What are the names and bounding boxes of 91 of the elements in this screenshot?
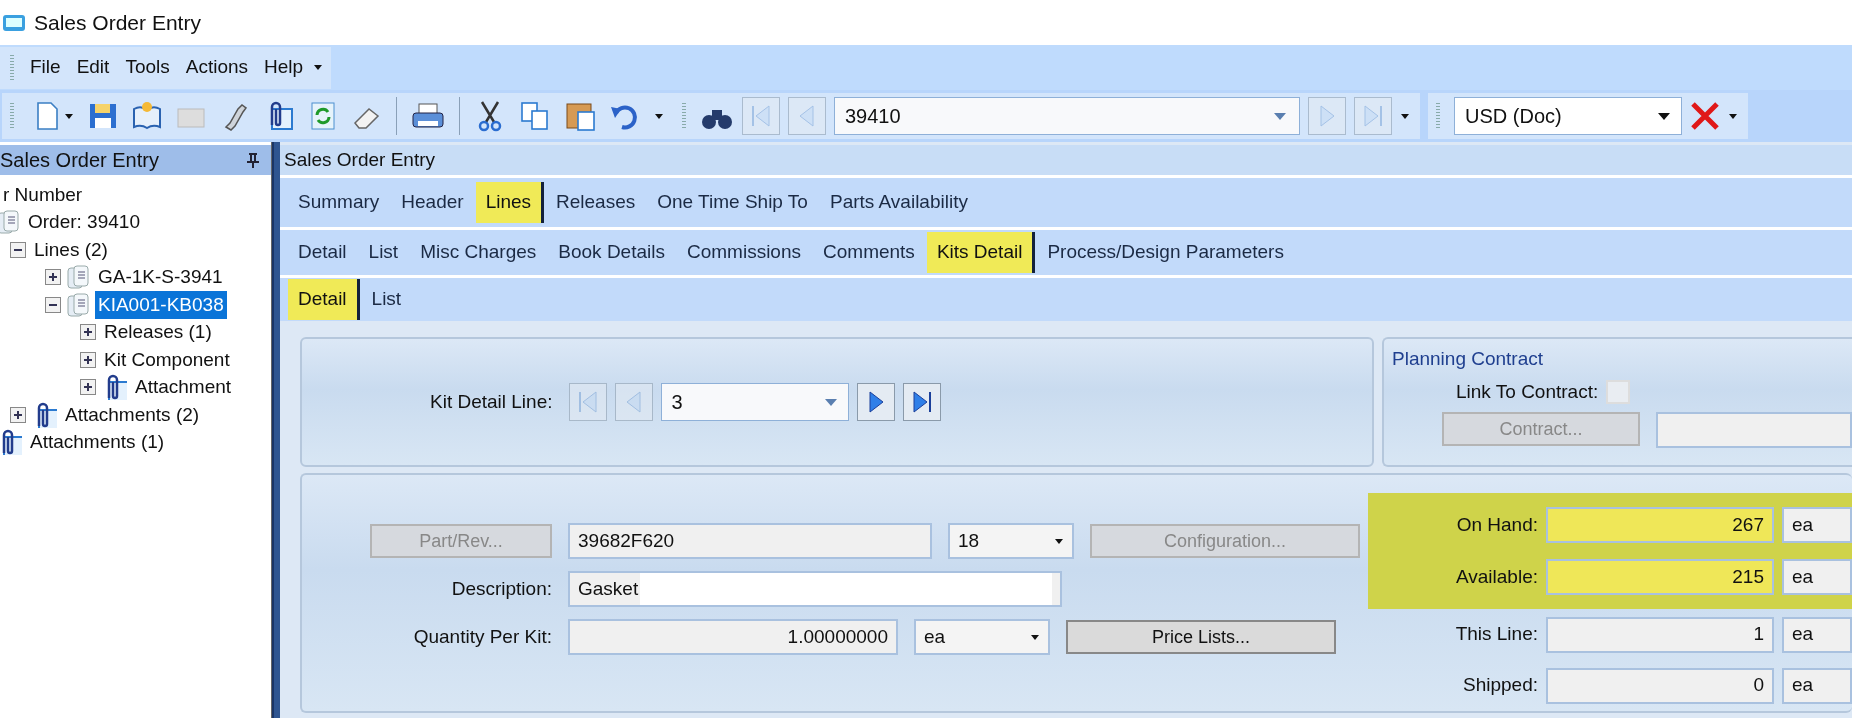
tree-item[interactable]: Attachments (2) <box>62 400 203 429</box>
tab[interactable]: Comments <box>813 232 925 273</box>
pin-icon[interactable] <box>245 152 261 168</box>
tab[interactable]: Kits Detail <box>926 232 1036 273</box>
quantity-value-field: 267 <box>1546 507 1774 543</box>
uom-dropdown[interactable]: ea <box>914 619 1050 655</box>
uom-field: ea <box>1782 667 1852 704</box>
overflow-caret-icon[interactable] <box>1728 112 1738 120</box>
field-label: On Hand: <box>1455 512 1538 537</box>
field-label: This Line: <box>1454 622 1538 647</box>
tree-item[interactable]: KIA001-KB038 <box>95 290 227 319</box>
overflow-caret-icon[interactable] <box>313 64 324 71</box>
record-combo[interactable]: 39410 <box>834 97 1300 135</box>
part-number-field[interactable]: 39682F620 <box>568 523 932 559</box>
save-icon[interactable] <box>88 101 118 131</box>
expand-toggle[interactable] <box>10 406 26 423</box>
book-icon[interactable] <box>132 101 162 131</box>
collapse-toggle[interactable] <box>45 296 61 313</box>
expand-toggle[interactable] <box>45 269 61 286</box>
tab[interactable]: Detail <box>288 232 357 273</box>
field-label: Shipped: <box>1462 673 1538 698</box>
contract-field[interactable] <box>1656 412 1852 448</box>
field-label: Link To Contract: <box>1456 379 1599 404</box>
overflow-caret-icon[interactable] <box>654 112 664 120</box>
window-title: Sales Order Entry <box>34 9 201 36</box>
quantity-value-field: 0 <box>1546 667 1774 704</box>
uom-field: ea <box>1782 559 1852 595</box>
overflow-caret-icon[interactable] <box>1400 112 1410 120</box>
tree-item[interactable]: GA-1K-S-3941 <box>95 263 226 292</box>
expand-toggle[interactable] <box>80 351 96 368</box>
document-stack-icon <box>66 291 90 318</box>
tab[interactable]: Header <box>391 182 474 223</box>
field-label: Quantity Per Kit: <box>412 624 552 649</box>
tab[interactable]: Book Details <box>548 232 675 273</box>
last-record-button[interactable] <box>902 383 941 421</box>
description-field[interactable]: Gasket <box>568 571 1062 607</box>
group-title: Planning Contract <box>1392 347 1545 371</box>
menu-item[interactable]: File <box>24 51 67 84</box>
dropdown-arrow-icon[interactable] <box>1030 633 1040 641</box>
paste-icon[interactable] <box>564 100 596 132</box>
close-icon[interactable] <box>1690 101 1720 131</box>
document-stack-icon <box>0 209 20 236</box>
caret-icon[interactable] <box>64 112 74 120</box>
uom-field: ea <box>1782 616 1852 653</box>
tab[interactable]: Commissions <box>677 232 811 273</box>
menu-item[interactable]: Help <box>258 51 310 84</box>
price-lists-button[interactable]: Price Lists... <box>1066 620 1336 654</box>
field-label: Description: <box>450 576 552 601</box>
tab[interactable]: Releases <box>546 182 646 223</box>
tree-item[interactable]: Order: 39410 <box>25 208 143 237</box>
tree-item[interactable]: Kit Component <box>101 345 233 374</box>
tab[interactable]: Process/Design Parameters <box>1037 232 1294 273</box>
copy-icon[interactable] <box>520 101 550 131</box>
link-checkbox[interactable] <box>1606 379 1631 404</box>
dropdown-arrow-icon[interactable] <box>1054 537 1064 545</box>
tab[interactable]: One Time Ship To <box>647 182 818 223</box>
dropdown-arrow-icon[interactable] <box>1657 111 1671 121</box>
tree-item[interactable]: Releases (1) <box>101 318 215 347</box>
tab[interactable]: Misc Charges <box>410 232 547 273</box>
menu-item[interactable]: Edit <box>70 51 116 84</box>
tree-item[interactable]: Attachment <box>132 373 235 402</box>
field-label: Kit Detail Line: <box>430 389 553 414</box>
next-record-button[interactable] <box>856 383 895 421</box>
tree-item[interactable]: Lines (2) <box>31 235 111 264</box>
tab[interactable]: List <box>358 232 409 273</box>
form-title: Sales Order Entry <box>280 145 1852 175</box>
menu-item[interactable]: Tools <box>119 51 176 84</box>
tree-item[interactable]: Attachments (1) <box>27 428 168 457</box>
tab[interactable]: Detail <box>288 279 360 320</box>
paperclip-icon <box>0 429 22 456</box>
tab[interactable]: List <box>361 279 412 320</box>
quantity-value-field: 1 <box>1546 616 1774 653</box>
tree-item[interactable]: r Number <box>0 180 86 209</box>
menu-item[interactable]: Actions <box>179 51 255 84</box>
collapse-toggle[interactable] <box>10 241 26 258</box>
refresh-icon[interactable] <box>308 101 338 131</box>
document-stack-icon <box>66 264 90 291</box>
expand-toggle[interactable] <box>80 324 96 341</box>
uom-field: ea <box>1782 507 1852 543</box>
quantity-value-field: 215 <box>1546 559 1774 595</box>
line-number-combo[interactable]: 3 <box>660 383 849 421</box>
panel-title: Sales Order Entry <box>0 148 159 173</box>
expand-toggle[interactable] <box>80 379 96 396</box>
currency-combo[interactable]: USD (Doc) <box>1454 97 1682 135</box>
tab[interactable]: Summary <box>288 182 390 223</box>
tab[interactable]: Parts Availability <box>819 182 978 223</box>
printer-icon[interactable] <box>411 101 445 131</box>
revision-dropdown[interactable]: 18 <box>948 523 1074 559</box>
field-label: Available: <box>1454 564 1538 589</box>
quantity-field[interactable]: 1.00000000 <box>568 619 898 655</box>
tab[interactable]: Lines <box>475 182 545 223</box>
